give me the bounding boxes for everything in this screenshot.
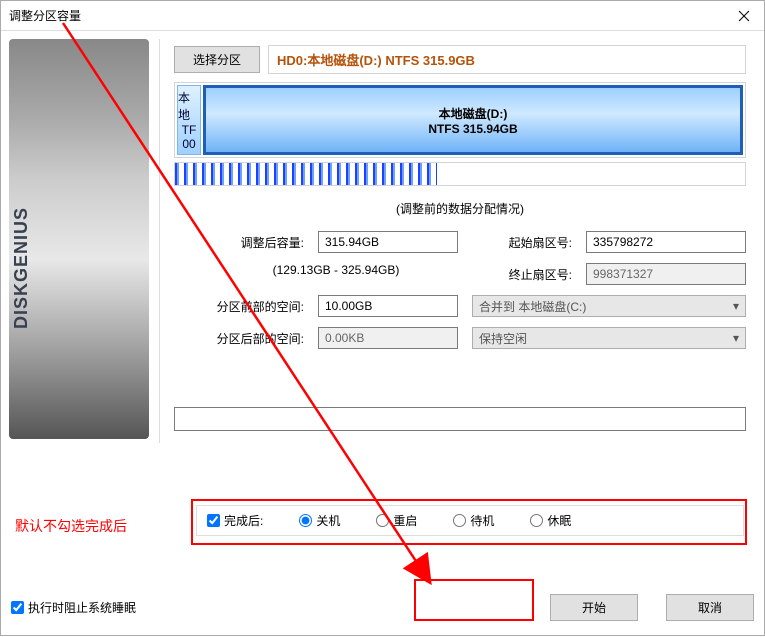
progress-bar (174, 407, 746, 431)
after-size-input[interactable] (318, 231, 458, 253)
chevron-down-icon: ▾ (733, 299, 739, 313)
radio-standby[interactable]: 待机 (453, 512, 494, 529)
partition-segment-main[interactable]: 本地磁盘(D:) NTFS 315.94GB (203, 85, 743, 155)
options-container: 完成后: 关机 重启 待机 休眠 (196, 505, 744, 536)
segment-fs: NTFS 315.94GB (428, 122, 517, 136)
main-panel: 选择分区 HD0:本地磁盘(D:) NTFS 315.9GB 本地 TF 00 … (170, 39, 756, 443)
after-complete-check[interactable] (207, 514, 220, 527)
start-sector-label: 起始扇区号: (472, 234, 572, 251)
space-after-label: 分区后部的空间: (174, 330, 304, 347)
keep-free-select[interactable]: 保持空闲 ▾ (472, 327, 746, 349)
partition-map[interactable]: 本地 TF 00 本地磁盘(D:) NTFS 315.94GB (174, 82, 746, 158)
annotation-text: 默认不勾选完成后 (15, 516, 127, 536)
usage-free (437, 163, 745, 185)
window-title: 调整分区容量 (9, 7, 81, 24)
range-hint: (129.13GB - 325.94GB) (174, 263, 458, 277)
merge-to-select[interactable]: 合并到 本地磁盘(C:) ▾ (472, 295, 746, 317)
usage-used (175, 163, 437, 185)
radio-hibernate[interactable]: 休眠 (530, 512, 571, 529)
after-complete-checkbox[interactable]: 完成后: (207, 512, 263, 529)
prevent-sleep-checkbox[interactable]: 执行时阻止系统睡眠 (11, 599, 136, 616)
disk-illustration: DISKGENIUS (9, 39, 149, 439)
selected-partition-label: HD0:本地磁盘(D:) NTFS 315.9GB (268, 45, 746, 74)
content-area: DISKGENIUS 选择分区 HD0:本地磁盘(D:) NTFS 315.9G… (1, 31, 764, 451)
before-caption: (调整前的数据分配情况) (174, 200, 746, 217)
close-icon (738, 10, 750, 22)
after-complete-options: 完成后: 关机 重启 待机 休眠 (196, 505, 744, 536)
bottom-row: 执行时阻止系统睡眠 开始 取消 (11, 594, 754, 621)
start-sector-input[interactable] (586, 231, 746, 253)
end-sector-label: 终止扇区号: (472, 266, 572, 283)
radio-shutdown[interactable]: 关机 (299, 512, 340, 529)
end-sector-input (586, 263, 746, 285)
close-button[interactable] (724, 1, 764, 30)
partition-select-row: 选择分区 HD0:本地磁盘(D:) NTFS 315.9GB (174, 45, 746, 74)
partition-segment-small[interactable]: 本地 TF 00 (177, 85, 201, 155)
cancel-button[interactable]: 取消 (666, 594, 754, 621)
usage-bar (174, 162, 746, 186)
separator (159, 39, 160, 443)
select-partition-button[interactable]: 选择分区 (174, 46, 260, 73)
dialog-window: 调整分区容量 DISKGENIUS 选择分区 HD0:本地磁盘(D:) NTFS… (0, 0, 765, 636)
space-before-input[interactable] (318, 295, 458, 317)
field-grid: 调整后容量: 起始扇区号: (129.13GB - 325.94GB) 终止扇区… (174, 231, 746, 349)
after-size-label: 调整后容量: (174, 234, 304, 251)
start-button[interactable]: 开始 (550, 594, 638, 621)
space-after-input (318, 327, 458, 349)
radio-restart[interactable]: 重启 (376, 512, 417, 529)
titlebar: 调整分区容量 (1, 1, 764, 31)
chevron-down-icon: ▾ (733, 331, 739, 345)
brand-label: DISKGENIUS (11, 207, 32, 329)
segment-name: 本地磁盘(D:) (439, 105, 508, 122)
space-before-label: 分区前部的空间: (174, 298, 304, 315)
